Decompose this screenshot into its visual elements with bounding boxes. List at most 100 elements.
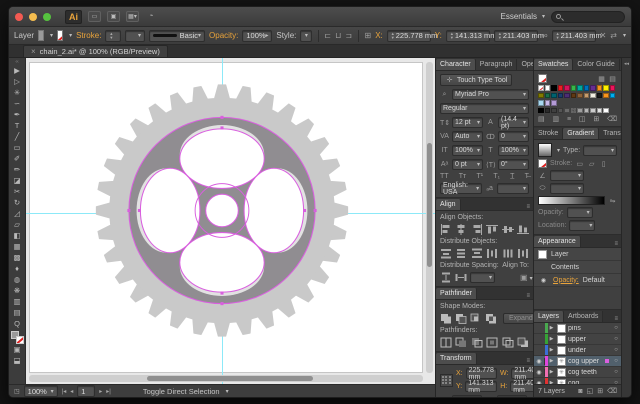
- swatch[interactable]: [577, 85, 583, 91]
- list-view-icon[interactable]: ▤: [608, 75, 617, 83]
- swatch[interactable]: [571, 85, 577, 91]
- last-artboard-icon[interactable]: ▸|: [106, 388, 111, 395]
- vertical-scrollbar-thumb[interactable]: [427, 143, 432, 267]
- layer-name[interactable]: upper: [568, 336, 611, 343]
- tab-artboards[interactable]: Artboards: [564, 311, 603, 322]
- swatch[interactable]: [538, 85, 544, 91]
- tool-button[interactable]: ╱: [10, 131, 25, 142]
- grid-view-icon[interactable]: ▦: [597, 75, 606, 83]
- swatch[interactable]: [577, 108, 583, 114]
- tool-button[interactable]: ◧: [10, 230, 25, 241]
- layer-target-icon[interactable]: ○: [611, 369, 621, 375]
- swatch[interactable]: [545, 85, 551, 91]
- tool-button[interactable]: ♦: [10, 263, 25, 274]
- transform-y-field[interactable]: 141.313 mm: [465, 381, 497, 392]
- tool-button[interactable]: ✒: [10, 109, 25, 120]
- swatch[interactable]: [558, 108, 564, 114]
- swatch[interactable]: [584, 93, 590, 99]
- tab-swatches[interactable]: Swatches: [534, 59, 573, 70]
- appearance-row-contents[interactable]: Contents: [534, 261, 621, 274]
- gradient-thumbnail[interactable]: [538, 143, 552, 157]
- vertical-scrollbar[interactable]: [426, 62, 433, 373]
- swatch[interactable]: [558, 93, 564, 99]
- layer-name[interactable]: cog teeth: [568, 369, 611, 376]
- tool-button[interactable]: ▶: [10, 65, 25, 76]
- swatch[interactable]: [577, 93, 583, 99]
- panel-menu-icon[interactable]: ≡: [523, 204, 533, 210]
- stroke-within-icon[interactable]: ▭: [575, 160, 584, 168]
- expand-button[interactable]: Expand: [503, 313, 534, 324]
- delete-layer-icon[interactable]: ⌫: [607, 387, 617, 395]
- graphic-style-select[interactable]: ▾: [300, 30, 312, 42]
- swatch[interactable]: [610, 85, 616, 91]
- tab-transform[interactable]: Transform: [436, 353, 477, 364]
- font-size-field[interactable]: 12 pt▾: [452, 117, 483, 128]
- swatch[interactable]: [538, 108, 544, 114]
- opacity-link[interactable]: Opacity:: [553, 277, 579, 284]
- distribute-bottom-button[interactable]: [471, 248, 483, 259]
- tool-button[interactable]: ▩: [10, 252, 25, 263]
- zoom-out-icon[interactable]: ◳: [14, 388, 20, 395]
- swatch[interactable]: [564, 108, 570, 114]
- swatch[interactable]: [551, 93, 557, 99]
- align-hcenter-button[interactable]: [455, 224, 467, 235]
- panel-menu-icon[interactable]: ≡: [523, 293, 533, 299]
- swatch[interactable]: [538, 100, 544, 106]
- arrange-documents-icon[interactable]: ▦▾: [126, 11, 139, 22]
- underline-icon[interactable]: T̲: [510, 173, 514, 180]
- swatch[interactable]: [558, 85, 564, 91]
- tool-button[interactable]: ◍: [10, 274, 25, 285]
- swatch[interactable]: [564, 85, 570, 91]
- merge-button[interactable]: [471, 337, 483, 348]
- screen-mode-button[interactable]: ⬓: [10, 355, 25, 366]
- tool-button[interactable]: ▤: [10, 307, 25, 318]
- intersect-button[interactable]: [470, 313, 482, 324]
- tool-button[interactable]: T: [10, 120, 25, 131]
- tab-character[interactable]: Character: [436, 59, 476, 70]
- minus-front-button[interactable]: [455, 313, 467, 324]
- swatch[interactable]: [610, 93, 616, 99]
- visibility-eye-icon[interactable]: ◉: [538, 277, 549, 284]
- distribute-hcenter-button[interactable]: [502, 248, 514, 259]
- search-input[interactable]: [551, 11, 625, 23]
- horizontal-scrollbar-thumb[interactable]: [147, 376, 312, 381]
- stroke-swatch[interactable]: [16, 336, 24, 344]
- prev-artboard-icon[interactable]: ◂: [70, 388, 73, 395]
- minus-back-button[interactable]: [517, 337, 529, 348]
- status-menu-icon[interactable]: ▾: [226, 388, 229, 395]
- fill-stroke-control[interactable]: [11, 331, 24, 344]
- layer-row[interactable]: ▶upper○: [534, 334, 621, 345]
- layer-expand-icon[interactable]: ▶: [548, 336, 555, 342]
- close-tab-icon[interactable]: ×: [31, 47, 36, 56]
- reference-point-widget[interactable]: [440, 374, 453, 387]
- layer-target-icon[interactable]: ○: [611, 358, 621, 364]
- gradient-slider[interactable]: [538, 196, 605, 205]
- swatch[interactable]: [590, 108, 596, 114]
- transform-w-field[interactable]: 211.403 mm: [511, 368, 534, 379]
- distribute-top-button[interactable]: [440, 248, 452, 259]
- swatch[interactable]: [584, 85, 590, 91]
- layer-name[interactable]: under: [568, 347, 611, 354]
- font-style-select[interactable]: Regular▾: [440, 103, 529, 114]
- reverse-gradient-icon[interactable]: ⇋: [608, 197, 617, 205]
- small-caps-icon[interactable]: Tᴛ: [459, 173, 466, 180]
- swatch[interactable]: [590, 93, 596, 99]
- outline-button[interactable]: [502, 337, 514, 348]
- brush-definition-select[interactable]: Basic▾: [149, 30, 205, 42]
- character-rotation-field[interactable]: 0°▾: [498, 159, 529, 170]
- spacing-value-select[interactable]: ▾: [470, 272, 495, 283]
- tab-appearance[interactable]: Appearance: [534, 236, 581, 247]
- divide-button[interactable]: [440, 337, 452, 348]
- variable-width-profile-select[interactable]: ▾: [125, 30, 145, 42]
- tab-layers[interactable]: Layers: [534, 311, 564, 322]
- fill-color-swatch[interactable]: [38, 30, 44, 41]
- align-center-icon[interactable]: ⊔: [335, 31, 341, 40]
- exclude-button[interactable]: [485, 313, 497, 324]
- horizontal-distribute-space-button[interactable]: [455, 272, 467, 283]
- align-bottom-button[interactable]: [517, 224, 529, 235]
- new-sublayer-icon[interactable]: ◱: [587, 387, 594, 395]
- workspace-switcher[interactable]: Essentials ▾: [501, 12, 545, 21]
- zoom-window-button[interactable]: [43, 13, 51, 21]
- swatch[interactable]: [545, 108, 551, 114]
- x-field[interactable]: ▲▼225.778 mm: [387, 30, 431, 42]
